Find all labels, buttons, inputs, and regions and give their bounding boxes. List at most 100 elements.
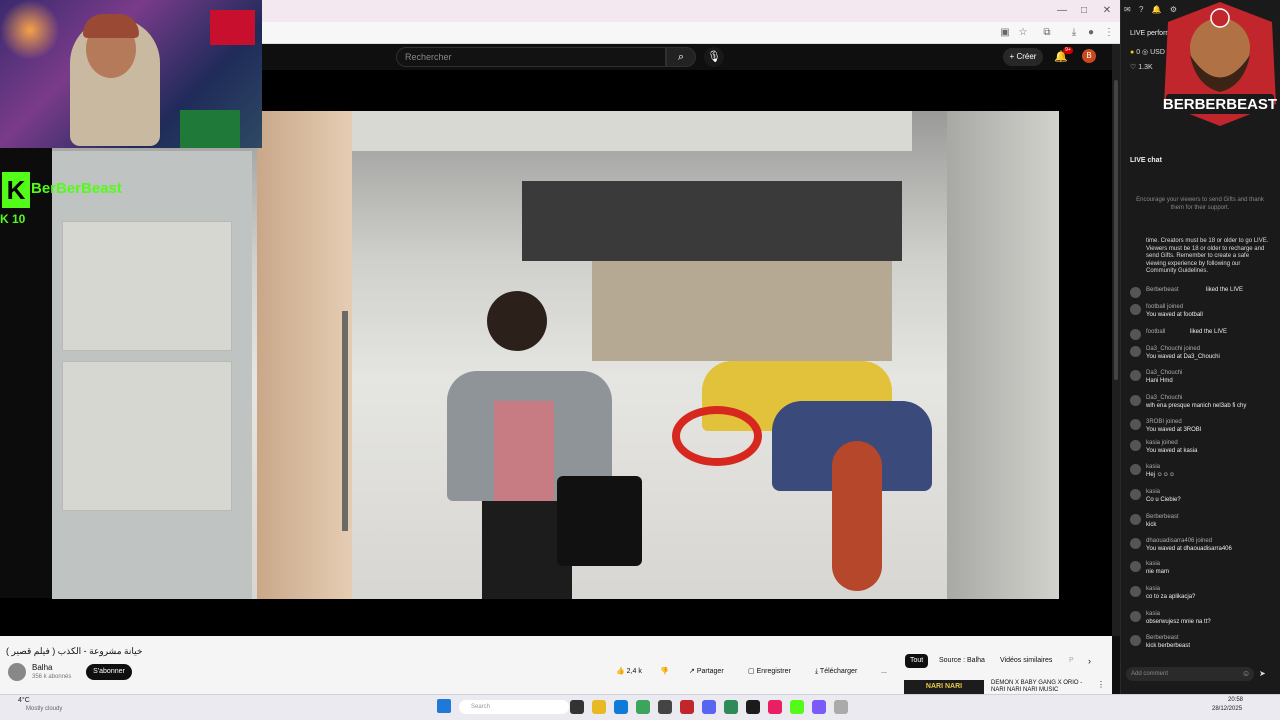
chevron-right-icon[interactable]: › (1088, 656, 1091, 666)
bookmark-icon: ▢ (748, 668, 757, 675)
notification-badge: 9+ (1063, 47, 1073, 54)
kick-viewer-count: K 10 (0, 212, 25, 226)
terminal-icon[interactable] (746, 700, 760, 714)
chat-user[interactable]: kasia (1146, 610, 1160, 618)
discord-icon[interactable] (702, 700, 716, 714)
door-handle[interactable] (342, 311, 382, 531)
browser-toolbar: ▣ ☆ ⧉ ⤓ ● ⋮ (262, 22, 1120, 44)
live-chat-heading: LIVE chat (1130, 157, 1162, 164)
profile-icon[interactable]: ● (1084, 26, 1098, 40)
recommended-menu-icon[interactable]: ⋮ (1097, 680, 1105, 689)
download-icon[interactable]: ⤓ (1067, 26, 1081, 40)
maximize-icon[interactable]: □ (1077, 4, 1091, 18)
more-actions-button[interactable]: ... (881, 666, 887, 678)
chat-user[interactable]: football joined (1146, 303, 1183, 311)
channel-subscribers: 356 k abonnés (32, 674, 72, 680)
share-button[interactable]: ↗ Partager (689, 666, 724, 678)
clock-time[interactable]: 20:58 (1228, 697, 1243, 703)
settings-app-icon[interactable] (834, 700, 848, 714)
extensions-icon[interactable]: ⧉ (1040, 26, 1054, 40)
chat-user[interactable]: Berberbeast (1146, 513, 1179, 521)
chat-message: Da3_Chouchi Hani Hmd (1130, 369, 1276, 387)
chat-user[interactable]: dhaouadisarra406 joined (1146, 537, 1212, 545)
account-avatar[interactable]: B (1082, 49, 1096, 63)
mic-button[interactable]: 🎙 (704, 47, 724, 67)
emoji-icon[interactable]: ☺ (1242, 669, 1250, 678)
chat-message: Berberbeast kick berberbeast (1130, 634, 1276, 652)
steam-icon[interactable] (658, 700, 672, 714)
screenshot-icon[interactable]: ▣ (998, 26, 1012, 40)
weather-desc[interactable]: Mostly cloudy (26, 706, 62, 712)
chat-user[interactable]: Da3_Chouchi joined (1146, 345, 1200, 353)
chat-message: kasia Co u Ciebie? (1130, 488, 1276, 506)
chat-user[interactable]: kasia joined (1146, 439, 1178, 447)
menu-kebab-icon[interactable]: ⋮ (1102, 26, 1116, 40)
task-view-icon[interactable] (570, 700, 584, 714)
weather-temp[interactable]: 4°C (18, 697, 30, 704)
chat-text: liked the LIVE (1206, 287, 1244, 293)
recommended-title[interactable]: DEMON X BABY GANG X ORIO - NARI NARI NAR… (991, 680, 1091, 694)
search-button[interactable]: ⌕ (666, 47, 696, 67)
windows-start-icon[interactable] (437, 699, 451, 713)
chat-user[interactable]: kasia (1146, 463, 1160, 471)
create-button[interactable]: + Créer (1003, 48, 1043, 66)
chat-text: Hani Hmd (1146, 378, 1173, 384)
chip-all[interactable]: Tout (905, 654, 929, 668)
edge-icon[interactable] (614, 700, 628, 714)
download-button[interactable]: ⤓ Télécharger (815, 666, 857, 678)
app-pink-icon[interactable] (768, 700, 782, 714)
video-frame[interactable] (52, 111, 1059, 599)
chat-user[interactable]: football (1146, 328, 1165, 336)
obs-icon[interactable] (812, 700, 826, 714)
streamer-beanie (83, 14, 139, 38)
chat-text: Hej ☺☺☺ (1146, 472, 1176, 478)
chrome-icon[interactable] (636, 700, 650, 714)
community-guidelines-text: time. Creators must be 18 or older to go… (1146, 238, 1269, 274)
taskbar-search[interactable]: Search (459, 700, 569, 714)
subscribe-button[interactable]: S'abonner (86, 664, 132, 680)
chat-user[interactable]: kasia (1146, 585, 1160, 593)
bookmark-star-icon[interactable]: ☆ (1016, 26, 1030, 40)
chat-avatar (1130, 635, 1141, 646)
chat-text: You waved at dhaouadisarra406 (1146, 546, 1232, 552)
chat-user[interactable]: Da3_Chouchi (1146, 394, 1182, 402)
close-icon[interactable]: ✕ (1100, 4, 1114, 18)
thumbs-up-icon: 👍 (616, 668, 627, 675)
chat-user[interactable]: 3ROBI joined (1146, 418, 1182, 426)
search-icon: ⌕ (677, 51, 685, 63)
add-comment-input[interactable]: Add comment (1126, 667, 1254, 681)
chat-user[interactable]: Da3_Chouchi (1146, 369, 1182, 377)
chip-similar[interactable]: Vidéos similaires (995, 654, 1057, 668)
chat-text: kick (1146, 522, 1157, 528)
help-icon[interactable]: ? (1139, 5, 1143, 14)
ceiling (352, 111, 912, 151)
chat-user[interactable]: Berberbeast (1146, 286, 1179, 294)
mail-icon[interactable]: ✉ (1124, 5, 1131, 14)
minimize-icon[interactable]: — (1055, 4, 1069, 18)
chrome-alt-icon[interactable] (724, 700, 738, 714)
kick-app-icon[interactable] (790, 700, 804, 714)
chat-user[interactable]: kasia (1146, 488, 1160, 496)
dislike-button[interactable]: 👎 (660, 666, 669, 678)
woman-hair (487, 291, 547, 351)
chat-user[interactable]: kasia (1146, 560, 1160, 568)
send-icon[interactable]: ➤ (1259, 669, 1266, 678)
file-explorer-icon[interactable] (592, 700, 606, 714)
chip-source[interactable]: Source : Balha (934, 654, 990, 668)
channel-name[interactable]: Balha (32, 663, 52, 672)
chat-avatar (1130, 440, 1141, 451)
search-input[interactable]: Rechercher (396, 47, 666, 67)
chat-message: Berberbeast liked the LIVE (1130, 286, 1276, 304)
chat-avatar (1130, 304, 1141, 315)
clock-date[interactable]: 28/12/2025 (1212, 706, 1242, 712)
recommended-thumbnail[interactable]: NARI NARI (904, 680, 984, 694)
save-button[interactable]: ▢ Enregistrer (748, 666, 791, 678)
app-red-icon[interactable] (680, 700, 694, 714)
like-button[interactable]: 👍 2,4 k (616, 666, 642, 678)
chip-more[interactable]: P (1064, 654, 1079, 668)
channel-avatar[interactable] (8, 663, 26, 681)
likes-value: 1.3K (1138, 64, 1153, 71)
chat-user[interactable]: Berberbeast (1146, 634, 1179, 642)
page-scrollbar-thumb[interactable] (1114, 80, 1118, 380)
taskbar-search-label: Search (471, 704, 491, 710)
